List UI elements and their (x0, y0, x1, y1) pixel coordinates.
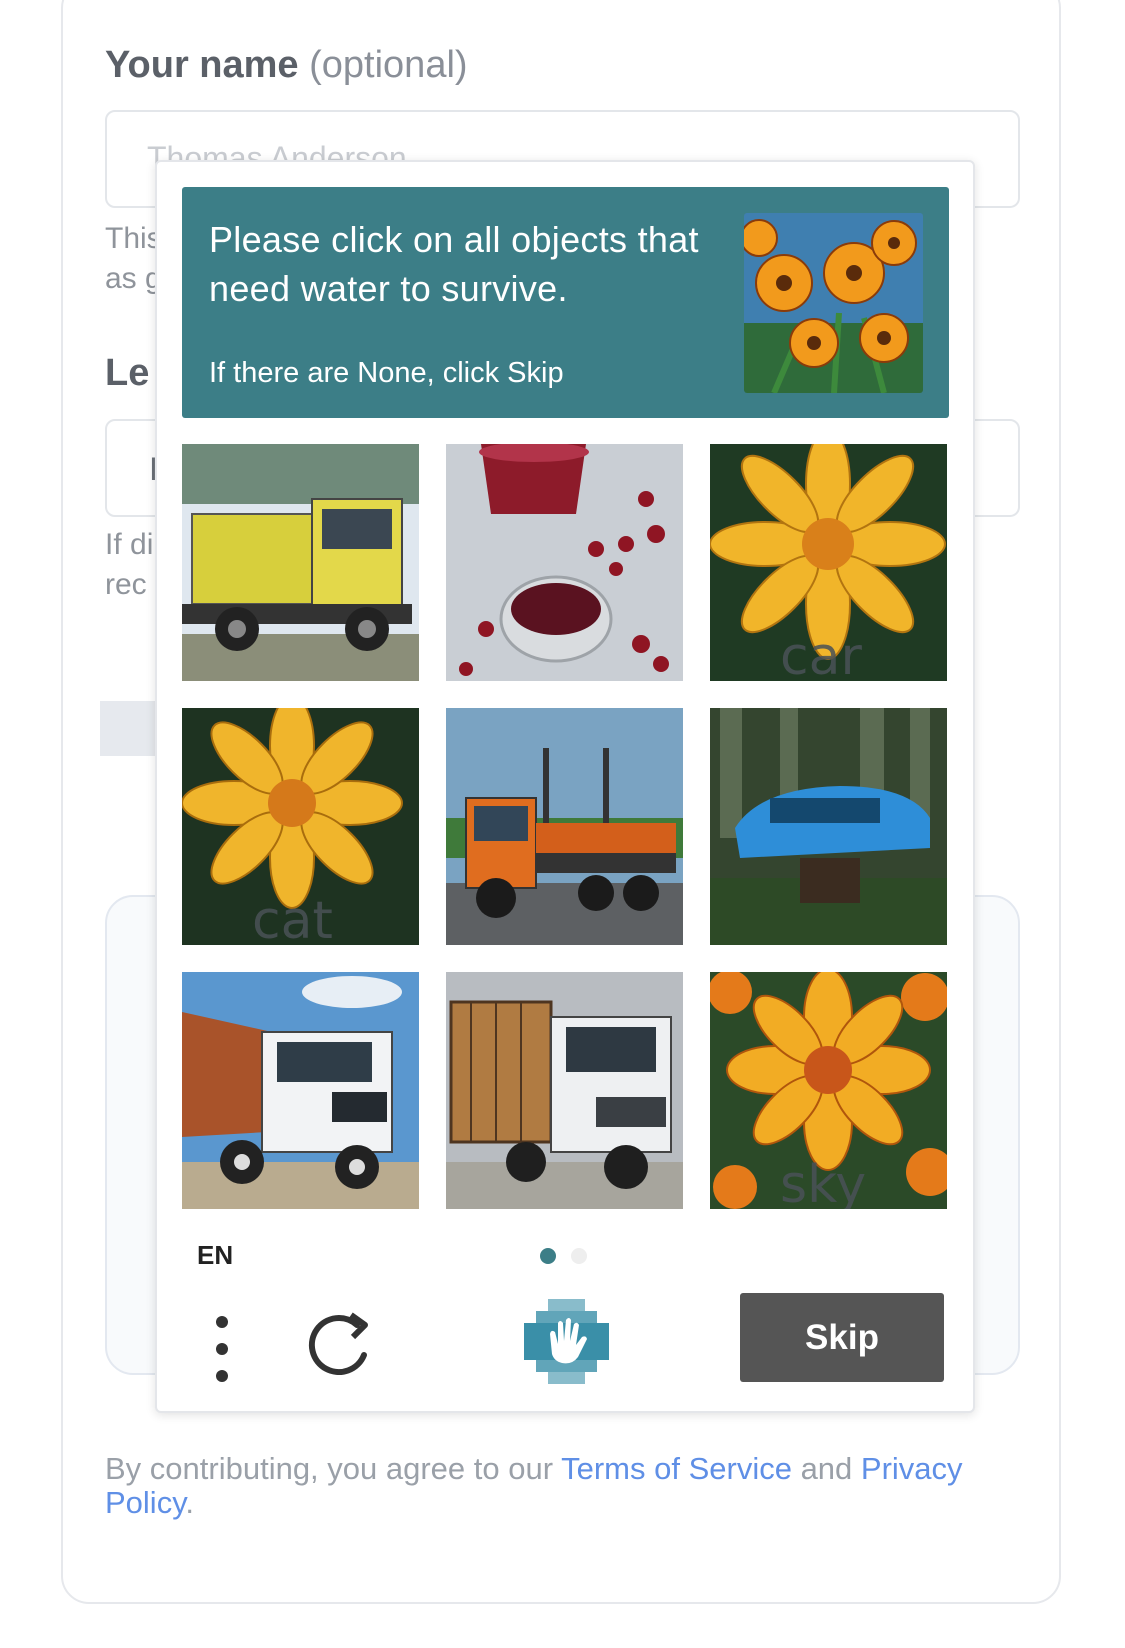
page-dot-inactive (571, 1248, 587, 1264)
tile-caption: car (780, 627, 862, 681)
note-line2: rec (105, 568, 147, 601)
white-dump-truck-image (182, 972, 419, 1209)
captcha-tile-6[interactable] (710, 708, 947, 945)
page-dot-active (540, 1248, 556, 1264)
juice-and-cherries-image (446, 444, 683, 681)
blue-blurred-car-image (710, 708, 947, 945)
example-image (744, 213, 923, 393)
captcha-tile-8[interactable] (446, 972, 683, 1209)
second-field-label: Le (105, 352, 150, 394)
captcha-tile-5[interactable] (446, 708, 683, 945)
captcha-challenge-modal: Please click on all objects that need wa… (155, 160, 975, 1413)
captcha-prompt-header: Please click on all objects that need wa… (182, 187, 949, 418)
captcha-prompt-subtext: If there are None, click Skip (209, 357, 564, 389)
name-label-text: Your name (105, 44, 299, 86)
captcha-image-grid: car cat sky (182, 444, 950, 1214)
footer-middle: and (791, 1451, 861, 1486)
note-line1: If di (105, 528, 154, 561)
language-selector[interactable]: EN (197, 1240, 233, 1271)
name-help-line1: This (105, 222, 162, 255)
name-field-label: Your name (optional) (105, 44, 468, 87)
white-cargo-truck-image (446, 972, 683, 1209)
hcaptcha-logo-icon (524, 1299, 609, 1384)
footer-consent-text: By contributing, you agree to our Terms … (105, 1452, 1005, 1520)
captcha-tile-3[interactable]: car (710, 444, 947, 681)
captcha-tile-1[interactable] (182, 444, 419, 681)
yellow-dump-truck-image (182, 444, 419, 681)
captcha-prompt-text: Please click on all objects that need wa… (209, 219, 699, 309)
captcha-tile-4[interactable]: cat (182, 708, 419, 945)
footer-suffix: . (185, 1485, 195, 1520)
refresh-icon[interactable] (307, 1307, 377, 1387)
tile-caption: sky (780, 1155, 867, 1209)
footer-prefix: By contributing, you agree to our (105, 1451, 562, 1486)
captcha-tile-2[interactable] (446, 444, 683, 681)
tile-caption: cat (252, 891, 333, 945)
captcha-tile-9[interactable]: sky (710, 972, 947, 1209)
captcha-tile-7[interactable] (182, 972, 419, 1209)
menu-icon[interactable] (202, 1304, 242, 1394)
orange-flatbed-truck-image (446, 708, 683, 945)
skip-button[interactable]: Skip (740, 1293, 944, 1382)
terms-of-service-link[interactable]: Terms of Service (561, 1451, 792, 1486)
name-optional-text: (optional) (309, 44, 468, 86)
name-help-line2: as g (105, 262, 162, 295)
